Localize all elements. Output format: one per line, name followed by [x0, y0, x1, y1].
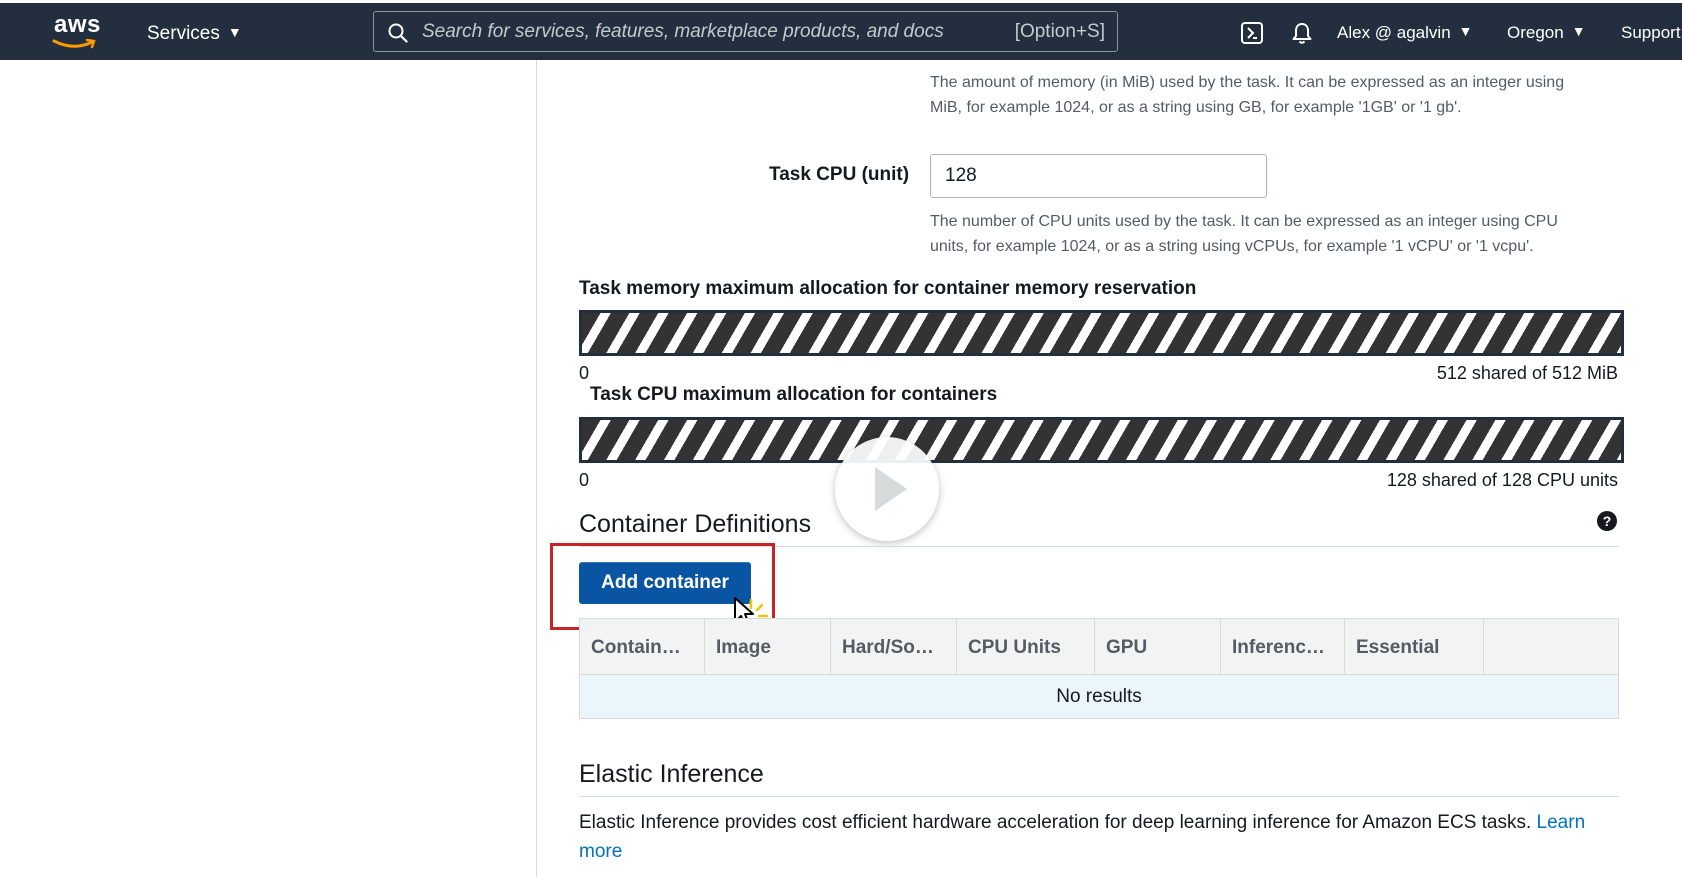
cpu-allocation-bar — [579, 417, 1624, 463]
play-icon — [875, 467, 907, 511]
account-label: Alex @ agalvin — [1337, 23, 1451, 42]
help-icon[interactable]: ? — [1597, 511, 1617, 531]
task-cpu-label: Task CPU (unit) — [769, 164, 910, 185]
search-shortcut-hint: [Option+S] — [1014, 21, 1105, 42]
table-header-row: Contain… Image Hard/So… CPU Units GPU In… — [579, 618, 1619, 675]
table-empty-row: No results — [579, 675, 1619, 719]
region-label: Oregon — [1507, 23, 1564, 42]
cpu-allocation-max: 128 shared of 128 CPU units — [1386, 470, 1618, 490]
column-header-essential[interactable]: Essential — [1345, 619, 1484, 674]
services-label: Services — [147, 23, 220, 44]
memory-allocation-fill — [582, 313, 1621, 353]
cpu-allocation-fill — [582, 420, 1621, 460]
search-input[interactable] — [420, 16, 964, 48]
elastic-inference-title: Elastic Inference — [579, 760, 764, 788]
elastic-inference-description: Elastic Inference provides cost efficien… — [579, 808, 1629, 866]
memory-allocation-min: 0 — [579, 363, 590, 383]
column-header-gpu[interactable]: GPU — [1095, 619, 1221, 674]
aws-smile-icon — [52, 39, 96, 49]
task-cpu-hint: The number of CPU units used by the task… — [930, 213, 1558, 255]
task-memory-hint: The amount of memory (in MiB) used by th… — [930, 74, 1565, 116]
memory-allocation-max: 512 shared of 512 MiB — [1436, 363, 1618, 383]
container-definitions-title: Container Definitions — [579, 510, 812, 538]
add-container-button[interactable]: Add container — [579, 562, 751, 604]
elastic-inference-text: Elastic Inference provides cost efficien… — [579, 812, 1537, 833]
cpu-allocation-title: Task CPU maximum allocation for containe… — [590, 384, 998, 405]
aws-logo-text: aws — [54, 11, 101, 38]
section-divider — [579, 796, 1619, 797]
bell-icon[interactable] — [1290, 21, 1314, 50]
region-menu[interactable]: Oregon ▼ — [1507, 23, 1586, 43]
account-menu[interactable]: Alex @ agalvin ▼ — [1337, 23, 1473, 43]
column-header-actions — [1484, 619, 1618, 674]
video-play-button[interactable] — [835, 437, 939, 541]
cpu-allocation-min: 0 — [579, 470, 590, 490]
support-menu[interactable]: Support — [1621, 23, 1681, 43]
column-header-container[interactable]: Contain… — [580, 619, 705, 674]
search-icon — [388, 23, 408, 43]
column-header-image[interactable]: Image — [705, 619, 831, 674]
column-header-inference[interactable]: Inferenc… — [1221, 619, 1345, 674]
search-bar[interactable]: [Option+S] — [373, 11, 1118, 52]
memory-allocation-bar — [579, 310, 1624, 356]
task-cpu-input[interactable] — [930, 154, 1267, 198]
memory-allocation-title: Task memory maximum allocation for conta… — [579, 278, 1197, 299]
column-header-hard-soft-limits[interactable]: Hard/So… — [831, 619, 957, 674]
caret-down-icon: ▼ — [1571, 23, 1586, 39]
services-menu[interactable]: Services ▼ — [147, 23, 242, 45]
caret-down-icon: ▼ — [227, 24, 242, 40]
cloudshell-icon[interactable] — [1240, 21, 1264, 50]
aws-logo-icon[interactable]: aws — [50, 11, 106, 53]
top-navigation-bar: aws Services ▼ [Option+S] Alex @ agalvin ▼… — [0, 0, 1682, 60]
caret-down-icon: ▼ — [1458, 23, 1473, 39]
column-header-cpu-units[interactable]: CPU Units — [957, 619, 1095, 674]
sidebar-divider — [536, 60, 537, 877]
container-definitions-table: Contain… Image Hard/So… CPU Units GPU In… — [579, 618, 1619, 719]
